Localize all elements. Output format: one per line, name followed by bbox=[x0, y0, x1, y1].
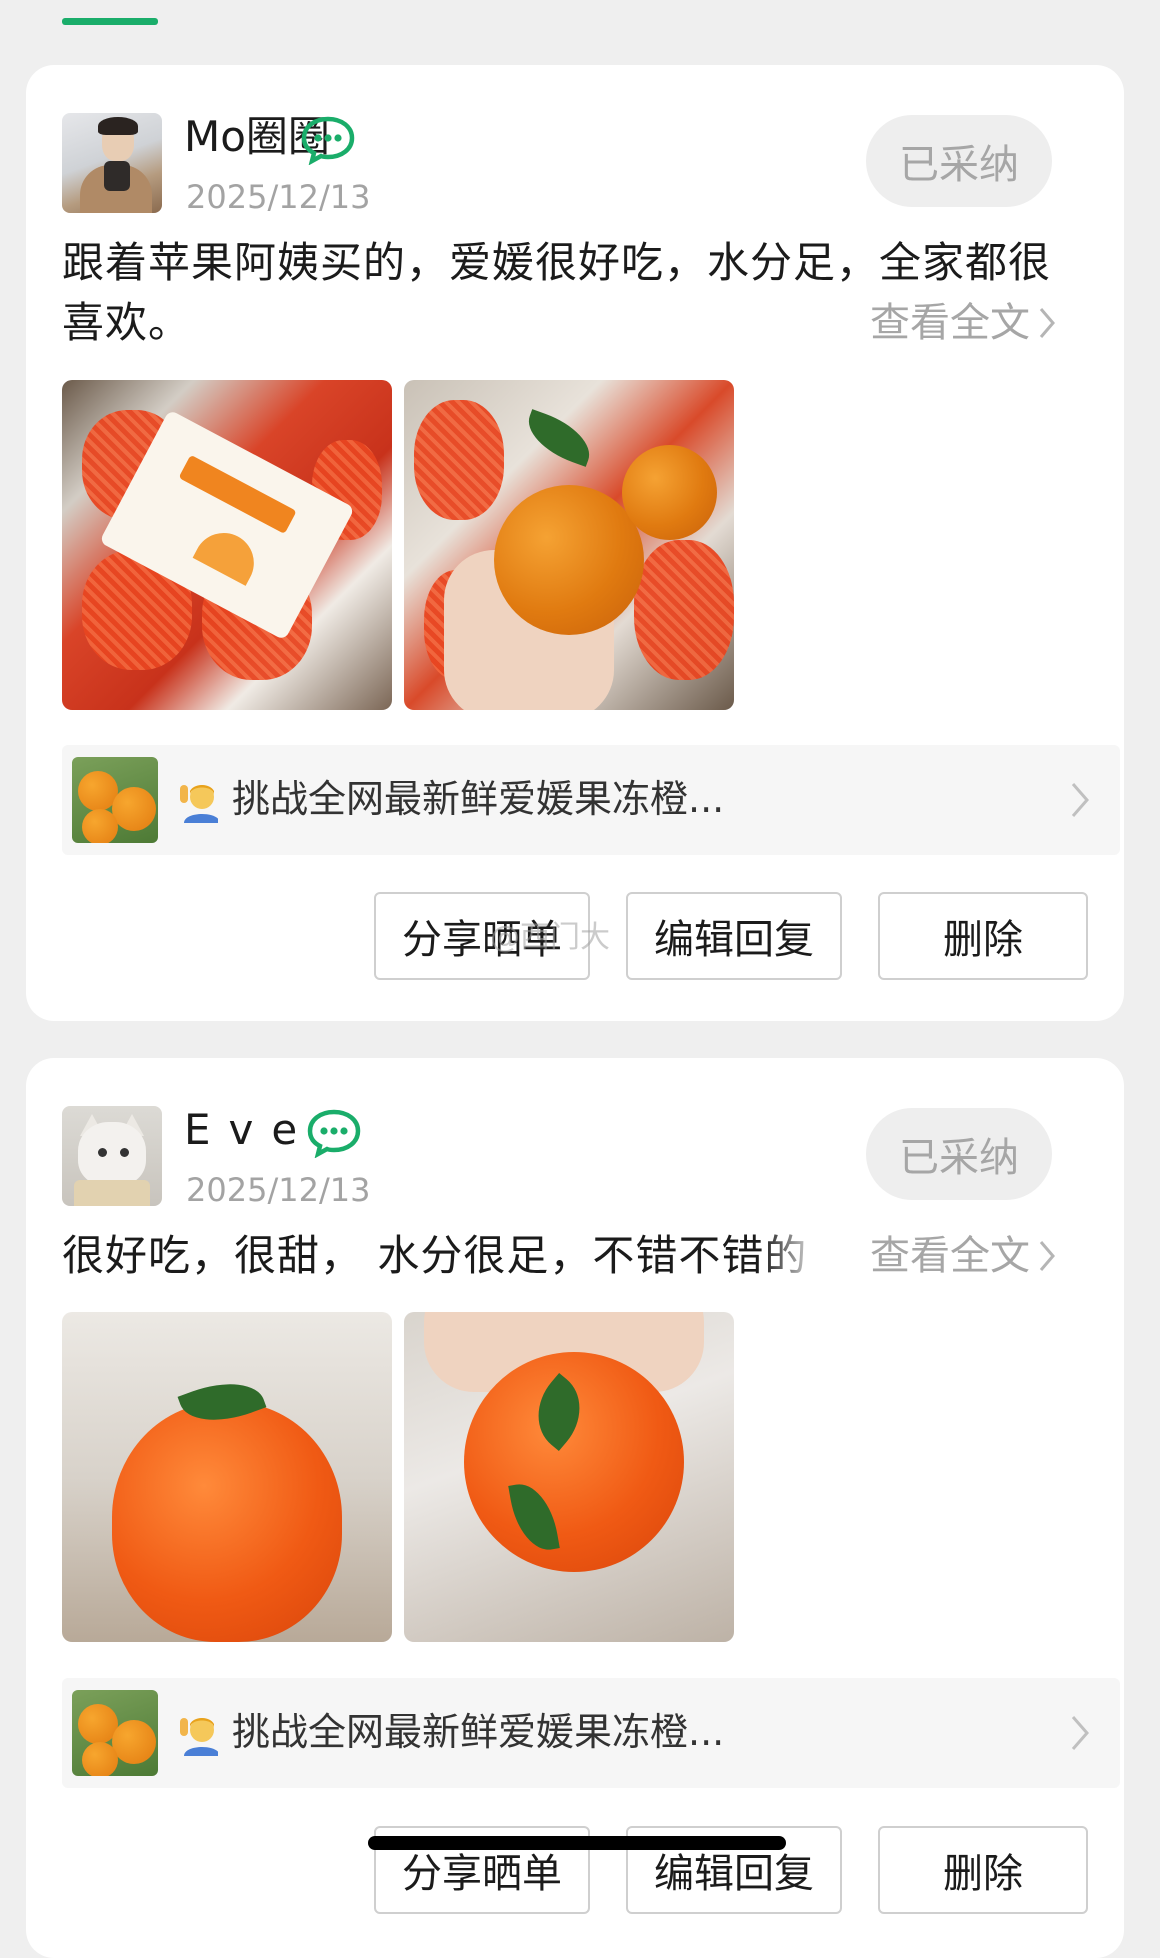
review-card: Eve 2025/12/13 已采纳 很好吃，很甜， 水分很足，不错不错的 查看… bbox=[26, 1058, 1124, 1958]
edit-reply-button[interactable]: 编辑回复 bbox=[626, 892, 842, 980]
product-link[interactable]: 挑战全网最新鲜爱媛果冻橙... bbox=[62, 1678, 1120, 1788]
adopted-badge[interactable]: 已采纳 bbox=[866, 115, 1052, 207]
active-tab-indicator bbox=[62, 18, 158, 25]
view-full-link[interactable]: 查看全文 bbox=[870, 293, 1056, 353]
view-full-label: 查看全文 bbox=[870, 1233, 1030, 1279]
product-title: 挑战全网最新鲜爱媛果冻橙... bbox=[232, 1710, 725, 1754]
review-date: 2025/12/13 bbox=[186, 1171, 371, 1209]
chevron-right-icon bbox=[1071, 1716, 1089, 1750]
chat-icon bbox=[301, 116, 355, 165]
review-card: Mo圈圈 2025/12/13 已采纳 跟着苹果阿姨买的，爱媛很好吃，水分足，全… bbox=[26, 65, 1124, 1021]
username[interactable]: Eve bbox=[184, 1103, 315, 1157]
review-date: 2025/12/13 bbox=[186, 178, 371, 216]
review-text[interactable]: 很好吃，很甜， 水分很足，不错不错的 bbox=[62, 1226, 822, 1286]
delete-button[interactable]: 删除 bbox=[878, 1826, 1088, 1914]
review-photo[interactable] bbox=[404, 380, 734, 710]
product-thumbnail bbox=[72, 1690, 158, 1776]
chevron-right-icon bbox=[1039, 308, 1055, 338]
avatar[interactable] bbox=[62, 113, 162, 213]
delete-button[interactable]: 删除 bbox=[878, 892, 1088, 980]
product-link[interactable]: 挑战全网最新鲜爱媛果冻橙... bbox=[62, 745, 1120, 855]
chevron-right-icon bbox=[1039, 1241, 1055, 1271]
product-thumbnail bbox=[72, 757, 158, 843]
person-raising-hand-emoji-icon bbox=[180, 1718, 218, 1756]
view-full-label: 查看全文 bbox=[870, 300, 1030, 346]
product-title: 挑战全网最新鲜爱媛果冻橙... bbox=[232, 777, 725, 821]
chevron-right-icon bbox=[1071, 783, 1089, 817]
chat-icon bbox=[307, 1109, 361, 1158]
avatar[interactable] bbox=[62, 1106, 162, 1206]
person-raising-hand-emoji-icon bbox=[180, 785, 218, 823]
home-indicator[interactable] bbox=[368, 1836, 786, 1850]
review-photo[interactable] bbox=[62, 380, 392, 710]
adopted-badge[interactable]: 已采纳 bbox=[866, 1108, 1052, 1200]
review-photo[interactable] bbox=[404, 1312, 734, 1642]
view-full-link[interactable]: 查看全文 bbox=[870, 1226, 1056, 1286]
review-photo[interactable] bbox=[62, 1312, 392, 1642]
watermark: @西门大 bbox=[490, 920, 610, 955]
